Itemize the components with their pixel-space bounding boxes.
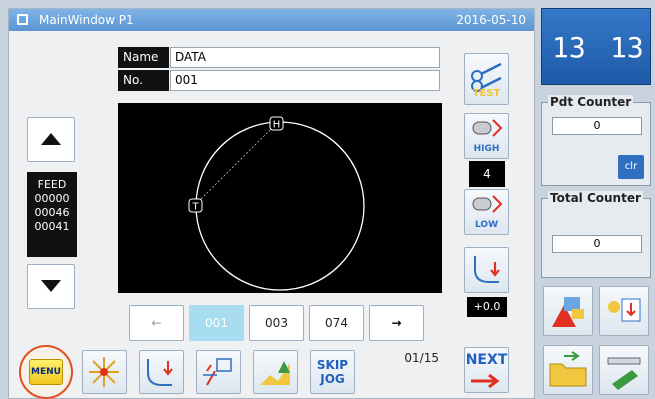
next-label: NEXT: [465, 352, 508, 368]
high-label: HIGH: [473, 144, 500, 154]
page-next-button[interactable]: →: [369, 305, 424, 341]
feed-value: 00041: [34, 220, 70, 233]
tree-icon: [260, 361, 290, 385]
clock-left: 13: [552, 31, 586, 64]
feed-label: FEED: [37, 178, 67, 191]
landscape-button[interactable]: [253, 350, 298, 394]
down-button[interactable]: [27, 264, 75, 309]
no-label: No.: [118, 70, 169, 91]
right-panel: 13 13 Pdt Counter 0 clr Total Counter 0: [537, 8, 655, 399]
speed-high-icon: [472, 119, 503, 137]
arrow-down-icon: [41, 280, 61, 292]
origin-button[interactable]: [82, 350, 127, 394]
speed-low-icon: [472, 195, 503, 213]
feed-value: 00000: [34, 192, 70, 205]
total-counter-group: Total Counter 0: [541, 191, 651, 278]
window-date: 2016-05-10: [456, 13, 526, 27]
info-button[interactable]: [599, 286, 649, 336]
name-field[interactable]: DATA: [170, 47, 440, 68]
pattern-canvas[interactable]: H T: [118, 103, 442, 293]
main-window: MainWindow P1 2016-05-10 Name DATA No. 0…: [8, 8, 535, 399]
burst-icon: [89, 357, 119, 387]
total-counter-label: Total Counter: [548, 191, 643, 205]
speed-value: 4: [469, 161, 505, 187]
test-label: TEST: [472, 88, 501, 99]
clear-button[interactable]: clr: [618, 155, 644, 179]
thread-button[interactable]: [139, 350, 184, 394]
offset-value: +0.0: [467, 297, 507, 317]
presser-foot-icon: [474, 256, 500, 283]
clock-display: 13 13: [541, 8, 651, 85]
home-marker-label: H: [273, 120, 281, 131]
menu-button[interactable]: MENU: [29, 359, 63, 385]
foot-down-icon: [147, 359, 173, 386]
pdt-counter-value[interactable]: 0: [552, 117, 642, 135]
name-label: Name: [118, 47, 169, 68]
arrow-up-icon: [41, 133, 61, 145]
pdt-counter-label: Pdt Counter: [548, 95, 634, 109]
feed-value: 00046: [34, 206, 70, 219]
page-003-button[interactable]: 003: [249, 305, 304, 341]
next-button[interactable]: NEXT: [464, 347, 509, 393]
window-title: MainWindow P1: [39, 13, 134, 27]
pattern-circle: [195, 121, 365, 291]
feed-display: FEED 00000 00046 00041: [27, 172, 77, 257]
skip-jog-button[interactable]: SKIP JOG: [310, 350, 355, 394]
skip-label: SKIP: [316, 358, 349, 372]
page-001-button[interactable]: 001: [189, 305, 244, 341]
info-icon: [608, 298, 641, 322]
page-info: 01/15: [404, 351, 439, 365]
pattern-svg: H T: [188, 116, 365, 291]
speed-high-button[interactable]: HIGH: [464, 113, 509, 159]
title-bar: MainWindow P1 2016-05-10: [9, 9, 534, 31]
pdt-counter-group: Pdt Counter 0 clr: [541, 95, 651, 186]
arrow-right-icon: [471, 374, 500, 388]
page-prev-button[interactable]: ←: [129, 305, 184, 341]
pencil-ruler-icon: [607, 357, 641, 390]
total-counter-value[interactable]: 0: [552, 235, 642, 253]
jog-label: JOG: [320, 372, 345, 386]
presser-foot-button[interactable]: [464, 247, 509, 293]
folder-button[interactable]: [543, 345, 593, 395]
shapes-icon: [552, 297, 584, 327]
no-field[interactable]: 001: [170, 70, 440, 91]
folder-icon: [549, 351, 587, 387]
clock-right: 13: [610, 31, 644, 64]
menu-button-ring[interactable]: MENU: [19, 345, 73, 399]
speed-low-button[interactable]: LOW: [464, 189, 509, 235]
test-button[interactable]: TEST: [464, 53, 509, 105]
trace-icon: [203, 358, 232, 386]
edit-button[interactable]: [599, 345, 649, 395]
low-label: LOW: [475, 220, 498, 230]
trace-button[interactable]: [196, 350, 241, 394]
window-icon: [17, 14, 28, 25]
page-074-button[interactable]: 074: [309, 305, 364, 341]
start-marker-label: T: [191, 202, 199, 213]
shape-button[interactable]: [543, 286, 593, 336]
up-button[interactable]: [27, 117, 75, 162]
